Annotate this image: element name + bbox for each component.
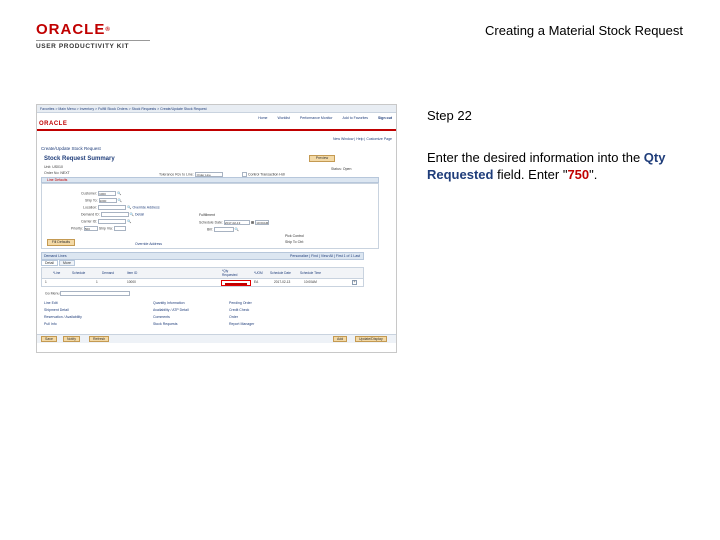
nav-favorites[interactable]: Add to Favorites xyxy=(343,116,368,120)
nav-performance[interactable]: Performance Monitor xyxy=(300,116,333,120)
tab-more[interactable]: More xyxy=(58,260,75,266)
unit-row: Unit: US010 xyxy=(44,165,63,169)
list-item[interactable]: Stock Requests xyxy=(153,321,189,328)
grid-column-headers: *Line Schedule Demand Item ID *Qty Reque… xyxy=(41,267,364,279)
calendar-icon[interactable]: ▦ xyxy=(251,220,254,224)
bill-row: Bill: 🔍 xyxy=(207,227,239,232)
slide-title: Creating a Material Stock Request xyxy=(485,23,683,38)
list-item[interactable]: Availability / ATP Detail xyxy=(153,307,189,314)
order-row: Order No: NEXT xyxy=(44,171,70,175)
list-item[interactable]: Pull Info xyxy=(44,321,82,328)
instruction-text: Enter the desired information into the Q… xyxy=(427,150,666,182)
schedule-row: Schedule Date: 2017-02-13 ▦ 10:00AM xyxy=(199,220,270,225)
application-screenshot: Favorites > Main Menu > Inventory > Fulf… xyxy=(36,104,397,353)
add-button[interactable]: Add xyxy=(333,336,348,342)
top-navigation: Home Worklist Performance Monitor Add to… xyxy=(249,116,392,120)
row-uom[interactable]: EA xyxy=(254,280,258,284)
shipto-row: Ship To: 1000 🔍 xyxy=(85,198,122,203)
list-item[interactable]: Quantity Information xyxy=(153,300,189,307)
list-item[interactable]: Comments xyxy=(153,314,189,321)
nav-home[interactable]: Home xyxy=(258,116,267,120)
go-menu-row: Go Menu xyxy=(45,291,131,296)
grid-tabs: Detail More xyxy=(41,260,76,266)
fill-defaults-button[interactable]: Fill Defaults xyxy=(47,239,75,246)
lookup-icon[interactable]: 🔍 xyxy=(117,191,121,195)
oracle-upk-logo: ORACLE® USER PRODUCTIVITY KIT xyxy=(36,22,150,50)
links-column-1: Line Edit Shipment Detail Reservation / … xyxy=(44,300,82,328)
demand-lines-header: Demand Lines Personalize | Find | View Al… xyxy=(41,252,364,260)
links-column-3: Pending Order Credit Check Order Report … xyxy=(229,300,254,328)
row-schedule[interactable]: 1 xyxy=(96,280,98,284)
page-toolbar: Save Notify Refresh Add Update/Display xyxy=(37,334,396,343)
priority-row: Priority: 500 Ship Via: xyxy=(71,226,126,231)
lookup-icon[interactable]: 🔍 xyxy=(130,212,134,216)
pick-control-link[interactable]: Pick Control xyxy=(285,234,304,238)
add-row-icon[interactable]: + xyxy=(352,280,357,285)
status-row: Status: Open xyxy=(331,167,352,171)
carrier-row: Carrier ID: 🔍 xyxy=(81,219,132,224)
preview-button[interactable]: Preview xyxy=(309,155,335,162)
table-row: 1 1 10000 EA 2017-02-13 10:00AM xyxy=(41,279,364,287)
list-item[interactable]: Report Manager xyxy=(229,321,254,328)
step-label: Step 22 xyxy=(427,108,472,123)
tab-detail[interactable]: Detail xyxy=(41,260,58,266)
lookup-icon[interactable]: 🔍 xyxy=(127,205,131,209)
carrier-input[interactable] xyxy=(98,219,127,224)
qty-highlight xyxy=(225,283,247,285)
customer-input[interactable]: 1000 xyxy=(98,191,117,196)
override-link-2[interactable]: Override Address xyxy=(135,242,162,246)
list-item[interactable]: Credit Check xyxy=(229,307,254,314)
bill-input[interactable] xyxy=(213,227,234,232)
notify-button[interactable]: Notify xyxy=(63,336,80,342)
location-input[interactable] xyxy=(98,205,127,210)
row-schedule-time[interactable]: 10:00AM xyxy=(304,280,317,284)
header-divider xyxy=(37,129,396,131)
list-item[interactable]: Order xyxy=(229,314,254,321)
app-brand-logo: ORACLE xyxy=(39,121,68,127)
schedule-date-input[interactable]: 2017-02-13 xyxy=(223,220,250,225)
grid-navigation[interactable]: Personalize | Find | View All | First 1 … xyxy=(290,253,360,259)
demand-row: Demand ID: 🔍 Detail xyxy=(81,212,144,217)
fulfillment-label: Fulfillment xyxy=(199,213,215,217)
lookup-icon[interactable]: 🔍 xyxy=(118,198,122,202)
location-row: Location: 🔍 Override Address xyxy=(83,205,160,210)
lookup-icon[interactable]: 🔍 xyxy=(235,227,239,231)
schedule-time-input[interactable]: 10:00AM xyxy=(255,220,270,225)
entry-value: 750 xyxy=(567,167,590,182)
list-item[interactable]: Shipment Detail xyxy=(44,307,82,314)
breadcrumb[interactable]: Favorites > Main Menu > Inventory > Fulf… xyxy=(37,105,396,113)
row-item-id[interactable]: 10000 xyxy=(127,280,136,284)
save-button[interactable]: Save xyxy=(41,336,57,342)
row-schedule-date[interactable]: 2017-02-13 xyxy=(274,280,290,284)
customer-row: Customer: 1000 🔍 xyxy=(81,191,122,196)
priority-input[interactable]: 500 xyxy=(83,226,98,231)
override-address-link[interactable]: Override Address xyxy=(133,205,160,209)
shipto-input[interactable]: 1000 xyxy=(98,198,117,203)
list-item[interactable]: Pending Order xyxy=(229,300,254,307)
qty-requested-input[interactable] xyxy=(221,280,251,286)
page-caption: Create/Update Stock Request xyxy=(41,146,101,151)
row-number: 1 xyxy=(45,280,47,284)
update-display-button[interactable]: Update/Display xyxy=(355,336,387,342)
demand-input[interactable] xyxy=(100,212,129,217)
lookup-icon[interactable]: 🔍 xyxy=(127,219,131,223)
nav-worklist[interactable]: Worklist xyxy=(277,116,289,120)
page-links[interactable]: New Window | Help | Customize Page xyxy=(333,137,392,141)
links-column-2: Quantity Information Availability / ATP … xyxy=(153,300,189,328)
logo-wordmark: ORACLE® xyxy=(36,21,111,38)
list-item[interactable]: Line Edit xyxy=(44,300,82,307)
refresh-button[interactable]: Refresh xyxy=(89,336,110,342)
list-item[interactable]: Reservation / Availability xyxy=(44,314,82,321)
ship-to-ctrl: Ship To Ctrl: xyxy=(285,240,304,244)
ship-via-input[interactable] xyxy=(113,226,126,231)
nav-signout[interactable]: Sign out xyxy=(378,116,392,120)
page-title: Stock Request Summary xyxy=(44,156,115,162)
logo-subtitle: USER PRODUCTIVITY KIT xyxy=(36,40,150,50)
detail-link[interactable]: Detail xyxy=(135,212,144,216)
go-menu-select[interactable] xyxy=(60,291,131,296)
